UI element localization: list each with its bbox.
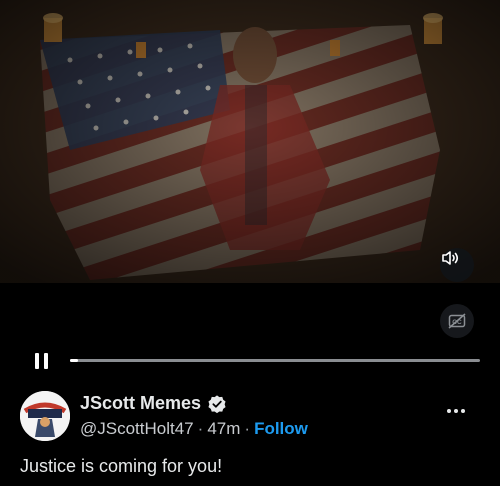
video-player[interactable] [0,0,500,283]
timestamp[interactable]: 47m [207,419,240,439]
progress-bar[interactable] [70,359,480,362]
handle[interactable]: @JScottHolt47 [80,419,194,439]
playback-controls [0,346,500,376]
pause-button[interactable] [32,350,54,372]
display-name[interactable]: JScott Memes [80,393,201,414]
tweet-author: JScott Memes @JScottHolt47 · 47m · Follo… [20,391,480,441]
avatar[interactable] [20,391,70,441]
more-icon [447,409,451,413]
volume-button[interactable] [440,248,474,282]
separator: · [197,419,204,438]
more-options-button[interactable] [442,401,470,421]
captions-off-icon: CC [448,313,466,329]
video-frame [0,0,500,283]
separator-2: · [244,419,251,438]
captions-button[interactable]: CC [440,304,474,338]
avatar-logo [20,391,70,441]
tweet-text: Justice is coming for you! [20,456,223,476]
progress-fill [70,359,79,362]
verified-badge-icon [208,394,226,413]
speaker-icon [442,251,459,265]
pause-icon [35,353,39,369]
follow-button[interactable]: Follow [254,419,308,439]
